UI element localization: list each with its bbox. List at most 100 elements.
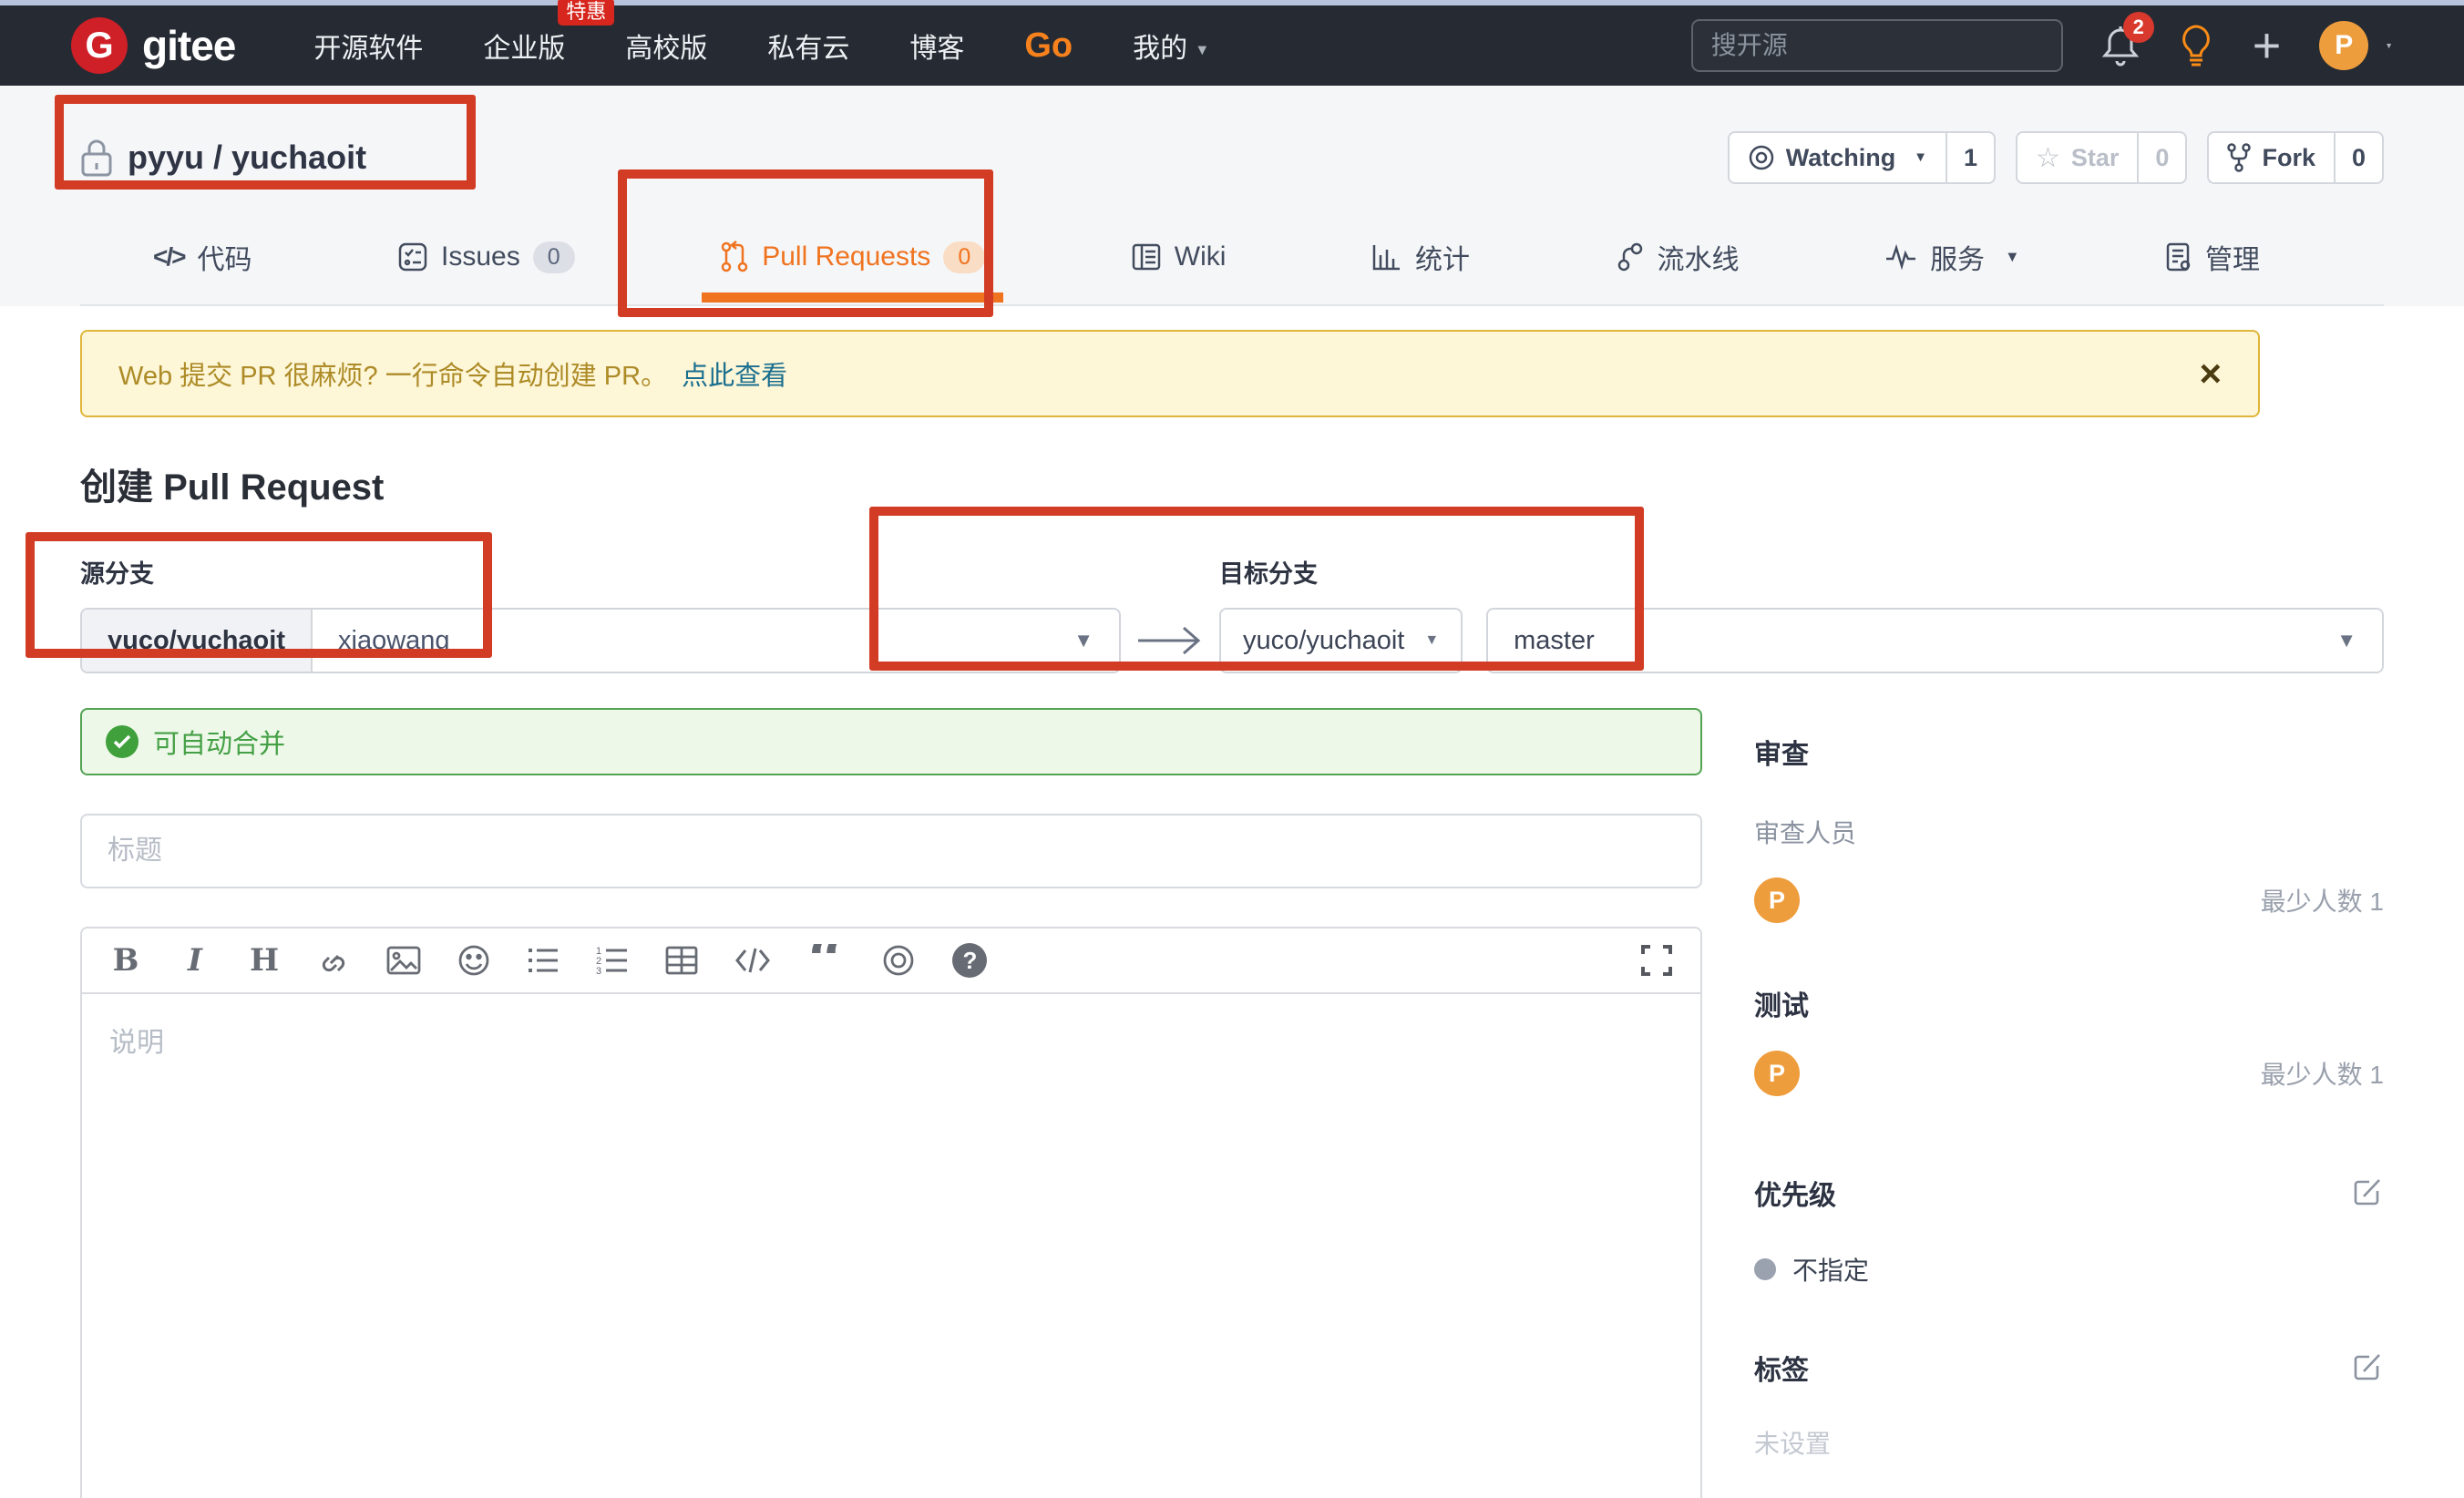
chevron-down-icon: ▼: [2336, 629, 2356, 652]
heading-icon[interactable]: H: [248, 942, 281, 979]
link-icon[interactable]: [317, 944, 350, 977]
page-title: 创建 Pull Request: [80, 457, 2384, 510]
issues-count-badge: 0: [533, 241, 575, 273]
chevron-down-icon: ▼: [1424, 632, 1439, 649]
tab-wiki[interactable]: Wiki: [1125, 211, 1232, 304]
labels-section-header: 标签: [1754, 1348, 2384, 1388]
list-ol-icon[interactable]: 1 2 3: [596, 946, 629, 975]
priority-value-row: 不指定: [1754, 1251, 2384, 1288]
create-new-button[interactable]: +: [2253, 21, 2282, 70]
gitee-logo[interactable]: G gitee: [71, 17, 235, 74]
wiki-icon: [1131, 242, 1162, 272]
gitee-logo-icon: G: [71, 17, 128, 74]
pr-title-input[interactable]: [80, 814, 1702, 888]
eye-icon: [1748, 144, 1775, 171]
tab-pipelines[interactable]: 流水线: [1610, 211, 1745, 304]
italic-icon[interactable]: I: [179, 942, 211, 979]
plus-icon: +: [2253, 21, 2282, 70]
reviewers-label: 审查人员: [1754, 814, 2384, 850]
preview-icon[interactable]: [881, 943, 916, 978]
edit-icon[interactable]: [2351, 1351, 2384, 1384]
repo-header: pyyu / yuchaoit Watching ▼ 1: [0, 86, 2464, 306]
tab-pull-requests[interactable]: Pull Requests 0: [714, 211, 991, 304]
target-repo-dropdown[interactable]: yuco/yuchaoit ▼: [1219, 608, 1463, 673]
merge-status-banner: 可自动合并: [80, 708, 1702, 775]
pipeline-icon: [1616, 241, 1645, 273]
chevron-down-icon: ▼: [2005, 249, 2019, 266]
lightbulb-button[interactable]: [2178, 23, 2214, 68]
star-count[interactable]: 0: [2137, 133, 2185, 182]
merge-status-text: 可自动合并: [153, 723, 285, 761]
nav-right-cluster: 2 + P ▼: [1691, 19, 2393, 72]
tab-code[interactable]: </> 代码: [148, 211, 257, 304]
editor-toolbar: B I H: [82, 929, 1700, 994]
top-navbar: G gitee 开源软件 企业版 特惠 高校版 私有云 博客 Go 我的▼: [0, 5, 2464, 86]
pr-tip-banner: Web 提交 PR 很麻烦? 一行命令自动创建 PR。 点此查看 ×: [80, 330, 2260, 417]
source-repo-segment[interactable]: yuco/yuchaoit: [82, 610, 313, 672]
source-branch-label: 源分支: [80, 554, 1121, 590]
nav-item-education[interactable]: 高校版: [625, 26, 707, 66]
fork-button[interactable]: Fork 0: [2207, 131, 2384, 184]
fullscreen-icon[interactable]: [1640, 945, 1673, 976]
nav-item-blog[interactable]: 博客: [909, 26, 964, 66]
chevron-down-icon: ▼: [2385, 41, 2393, 50]
lock-icon: [80, 138, 113, 178]
fork-count[interactable]: 0: [2334, 133, 2382, 182]
tab-services[interactable]: 服务 ▼: [1879, 211, 2025, 304]
tester-avatar[interactable]: P: [1754, 1051, 1800, 1096]
markdown-editor: B I H: [80, 927, 1702, 1498]
quote-icon[interactable]: “: [807, 944, 845, 977]
search-input[interactable]: [1691, 19, 2063, 72]
pulse-icon: [1884, 244, 1917, 270]
emoji-icon[interactable]: [457, 944, 490, 977]
watch-button[interactable]: Watching ▼ 1: [1728, 131, 1996, 184]
source-branch-value[interactable]: xiaowang: [313, 610, 476, 672]
priority-value: 不指定: [1792, 1251, 1869, 1288]
labels-value: 未设置: [1754, 1424, 2384, 1461]
gitee-create-pull-request-page: G gitee 开源软件 企业版 特惠 高校版 私有云 博客 Go 我的▼: [0, 0, 2464, 1498]
tester-row: P 最少人数 1: [1754, 1051, 2384, 1096]
tab-statistics[interactable]: 统计: [1366, 211, 1475, 304]
priority-dot-icon: [1754, 1258, 1776, 1280]
bar-chart-icon: [1371, 242, 1402, 272]
manage-icon: [2165, 241, 2192, 272]
nav-item-private-cloud[interactable]: 私有云: [767, 26, 849, 66]
list-ul-icon[interactable]: [527, 946, 560, 975]
notifications-button[interactable]: 2: [2101, 25, 2140, 67]
tab-manage[interactable]: 管理: [2160, 211, 2265, 304]
pr-description-textarea[interactable]: [82, 994, 1700, 1498]
code-icon[interactable]: [734, 947, 771, 974]
pr-count-badge: 0: [943, 241, 985, 273]
pr-form-column: 可自动合并 B I H: [80, 708, 1702, 1498]
nav-item-go[interactable]: Go: [1024, 26, 1073, 66]
notification-count-badge: 2: [2123, 12, 2154, 43]
nav-item-opensource[interactable]: 开源软件: [313, 26, 423, 66]
tab-issues[interactable]: Issues 0: [392, 211, 580, 304]
user-menu[interactable]: P ▼: [2319, 21, 2393, 70]
table-icon[interactable]: [665, 946, 698, 975]
help-icon[interactable]: ?: [952, 943, 987, 978]
watch-count[interactable]: 1: [1946, 133, 1994, 182]
close-icon[interactable]: ×: [2199, 354, 2222, 393]
review-section-title: 审查: [1754, 732, 2384, 772]
pull-request-icon: [720, 241, 749, 273]
bold-icon[interactable]: B: [109, 942, 142, 979]
labels-title: 标签: [1754, 1348, 1809, 1388]
image-icon[interactable]: [386, 946, 421, 975]
gitee-wordmark: gitee: [142, 21, 235, 70]
priority-title: 优先级: [1754, 1173, 1836, 1213]
edit-icon[interactable]: [2351, 1176, 2384, 1209]
avatar: P: [2319, 21, 2368, 70]
repo-title[interactable]: pyyu / yuchaoit: [80, 138, 366, 178]
issues-icon: [397, 241, 428, 272]
reviewer-avatar[interactable]: P: [1754, 877, 1800, 923]
target-branch-select[interactable]: master ▼: [1486, 608, 2384, 673]
star-button[interactable]: ☆ Star 0: [2016, 131, 2187, 184]
repo-name: pyyu / yuchaoit: [128, 139, 366, 177]
nav-item-enterprise[interactable]: 企业版 特惠: [483, 26, 565, 66]
tester-min-count: 最少人数 1: [2261, 1055, 2384, 1092]
nav-item-mine[interactable]: 我的▼: [1133, 26, 1209, 66]
source-branch-select[interactable]: yuco/yuchaoit xiaowang ▼: [80, 608, 1121, 673]
repo-actions: Watching ▼ 1 ☆ Star 0: [1728, 131, 2384, 184]
banner-link[interactable]: 点此查看: [682, 354, 787, 393]
